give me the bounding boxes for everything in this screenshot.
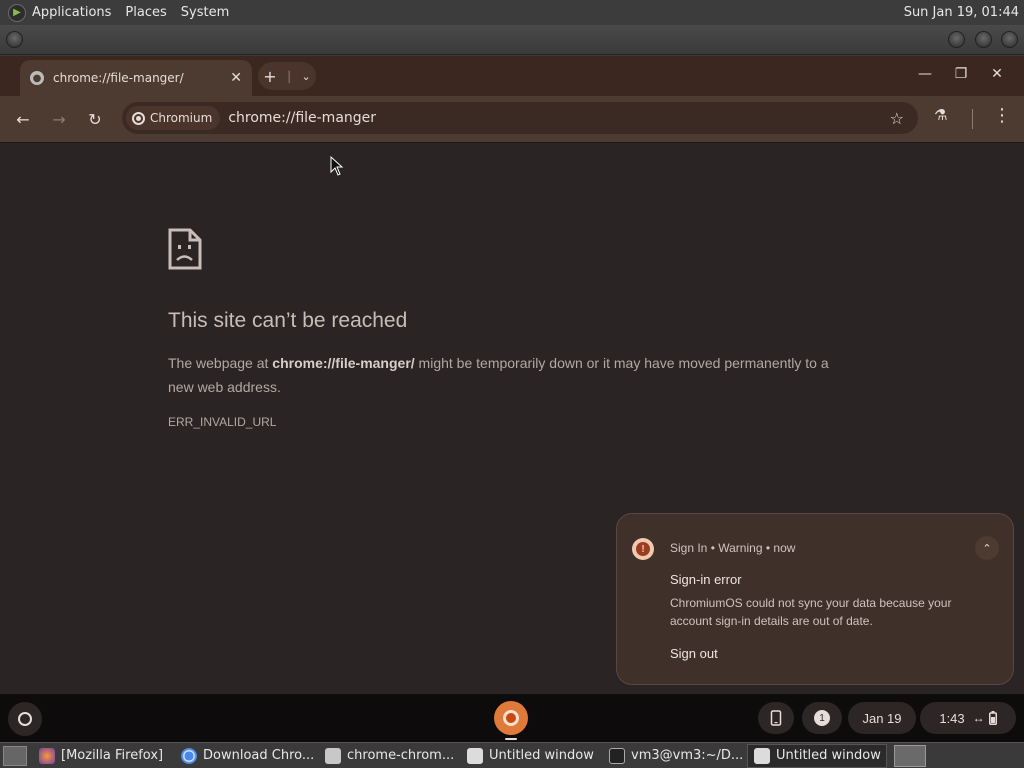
- folder-icon: [325, 747, 341, 764]
- more-menu-icon[interactable]: ⋮: [993, 105, 1011, 126]
- app-running-indicator: [505, 738, 517, 740]
- battery-icon: [988, 711, 997, 725]
- omnibox[interactable]: Chromium chrome://file-manger ☆: [122, 102, 918, 134]
- omnibox-url[interactable]: chrome://file-manger: [228, 110, 376, 126]
- shelf-app-chromium[interactable]: [494, 701, 528, 735]
- globe-icon: ●: [30, 71, 44, 85]
- notification-counter-button[interactable]: 1: [802, 702, 842, 734]
- status-area-button[interactable]: 1:43 ↔: [920, 702, 1016, 734]
- labs-flask-icon[interactable]: ⚗: [934, 106, 947, 124]
- tab-search-chevron-icon[interactable]: ⌄: [302, 70, 311, 83]
- tab-close-icon[interactable]: ✕: [230, 70, 242, 86]
- task-firefox[interactable]: [Mozilla Firefox]: [33, 744, 173, 768]
- toolbar-divider: [972, 109, 973, 129]
- task-terminal[interactable]: vm3@vm3:~/D...: [603, 744, 745, 768]
- notification-meta: Sign In • Warning • now: [670, 541, 795, 555]
- show-desktop-icon[interactable]: [3, 745, 27, 766]
- menu-places[interactable]: Places: [125, 5, 166, 20]
- collapse-chevron-icon[interactable]: ⌃: [975, 536, 999, 560]
- notification-title: Sign-in error: [670, 572, 742, 587]
- error-description: The webpage at chrome://file-manger/ mig…: [168, 351, 858, 399]
- top-panel: ▶ Applications Places System Sun Jan 19,…: [0, 0, 1024, 25]
- maximize-icon[interactable]: [975, 31, 992, 48]
- launcher-circle-icon: [18, 712, 32, 726]
- mouse-cursor-icon: [330, 156, 344, 176]
- task-label: Untitled window: [776, 748, 881, 763]
- sad-page-icon: [168, 228, 202, 270]
- firefox-icon: [39, 747, 55, 764]
- terminal-icon: [609, 747, 625, 764]
- phone-hub-button[interactable]: [758, 702, 794, 734]
- divider: |: [287, 69, 292, 83]
- outer-window-titlebar[interactable]: [0, 25, 1024, 55]
- task-untitled-window-2[interactable]: Untitled window: [747, 743, 887, 768]
- launcher-button[interactable]: [8, 702, 42, 736]
- warning-icon: !: [632, 538, 654, 560]
- menu-system[interactable]: System: [181, 5, 229, 20]
- tab-title: chrome://file-manger/: [53, 71, 184, 85]
- chromeos-shelf: 1 Jan 19 1:43 ↔: [0, 694, 1024, 742]
- error-code: ERR_INVALID_URL: [168, 415, 277, 429]
- back-arrow-icon[interactable]: ←: [10, 106, 36, 132]
- network-icon: ↔: [972, 711, 985, 725]
- new-tab-icon[interactable]: +: [263, 67, 276, 86]
- window-minimize-icon[interactable]: —: [911, 62, 939, 86]
- task-label: [Mozilla Firefox]: [61, 748, 164, 763]
- chip-label: Chromium: [150, 111, 213, 125]
- chromium-logo-icon: [132, 111, 145, 125]
- bottom-taskbar: [Mozilla Firefox] Download Chro... chrom…: [0, 742, 1024, 768]
- window-icon: [467, 747, 483, 764]
- site-info-chip[interactable]: Chromium: [126, 106, 221, 130]
- chrome-icon: [181, 747, 197, 764]
- shelf-time: 1:43: [939, 710, 965, 726]
- task-label: Untitled window: [489, 748, 594, 763]
- window-icon: [754, 747, 770, 764]
- phone-icon: [770, 710, 782, 726]
- notification-time: now: [773, 541, 796, 555]
- error-desc-url: chrome://file-manger/: [272, 355, 415, 371]
- close-icon[interactable]: [1001, 31, 1018, 48]
- task-label: Download Chro...: [203, 748, 315, 763]
- task-untitled-window-1[interactable]: Untitled window: [461, 744, 601, 768]
- notification-source: Sign In: [670, 541, 708, 555]
- menu-applications[interactable]: Applications: [32, 5, 111, 20]
- window-close-icon[interactable]: ✕: [983, 62, 1011, 86]
- minimize-icon[interactable]: [948, 31, 965, 48]
- bookmark-star-icon[interactable]: ☆: [890, 109, 904, 128]
- workspace-switcher[interactable]: [894, 744, 926, 767]
- window-menu-icon[interactable]: [6, 31, 23, 48]
- tab-active[interactable]: ● chrome://file-manger/ ✕: [20, 60, 252, 96]
- window-restore-icon[interactable]: ❐: [947, 62, 975, 86]
- new-tab-group: + | ⌄: [258, 62, 316, 90]
- task-label: chrome-chrom...: [347, 748, 455, 763]
- distro-logo-icon[interactable]: ▶: [8, 3, 26, 22]
- notification-body: ChromiumOS could not sync your data beca…: [670, 596, 952, 628]
- tab-strip: ● chrome://file-manger/ ✕ + | ⌄ — ❐ ✕: [0, 56, 1024, 96]
- reload-icon[interactable]: ↻: [82, 106, 108, 132]
- shelf-date[interactable]: Jan 19: [848, 702, 916, 734]
- notification-count-badge: 1: [814, 710, 830, 726]
- notification-card[interactable]: ! Sign In • Warning • now ⌃ Sign-in erro…: [616, 513, 1014, 685]
- forward-arrow-icon[interactable]: →: [46, 106, 72, 132]
- chromium-app-icon: [503, 710, 519, 726]
- panel-clock[interactable]: Sun Jan 19, 01:44: [904, 5, 1019, 20]
- task-chrome-folder[interactable]: chrome-chrom...: [319, 744, 459, 768]
- task-label: vm3@vm3:~/D...: [631, 748, 744, 763]
- error-desc-prefix: The webpage at: [168, 355, 273, 371]
- sign-out-button[interactable]: Sign out: [670, 646, 718, 661]
- task-download-chrome[interactable]: Download Chro...: [175, 744, 317, 768]
- browser-toolbar: ← → ↻ Chromium chrome://file-manger ☆ ⚗ …: [0, 96, 1024, 142]
- error-title: This site can’t be reached: [168, 309, 408, 332]
- notification-category: Warning: [718, 541, 763, 555]
